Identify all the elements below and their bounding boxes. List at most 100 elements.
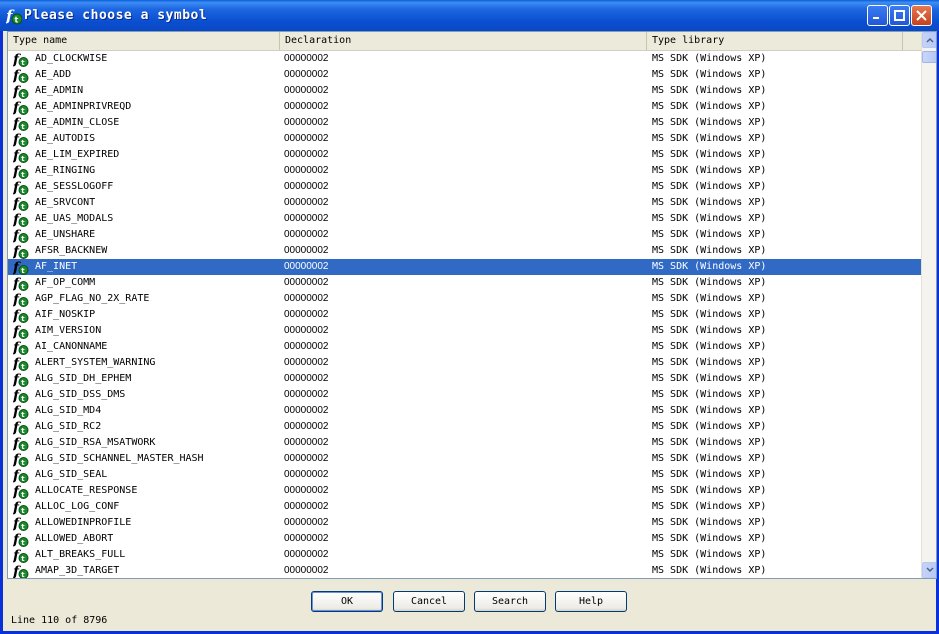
scroll-thumb[interactable] xyxy=(922,51,936,63)
list-row[interactable]: f t ALG_SID_DH_EPHEM 00000002 MS SDK (Window… xyxy=(8,371,921,388)
list-row[interactable]: f t AMAP_3D_TARGET 00000002 MS SDK (Windows … xyxy=(8,563,921,578)
type-library-cell: MS SDK (Windows XP) xyxy=(652,357,767,368)
list-row[interactable]: f t AE_ADMIN_CLOSE 00000002 MS SDK (Windows … xyxy=(8,115,921,132)
type-name-cell: AGP_FLAG_NO_2X_RATE xyxy=(35,293,150,304)
list-row[interactable]: f t AE_ADD 00000002 MS SDK (Windows XP) xyxy=(8,67,921,84)
constant-symbol-icon: ft xyxy=(12,307,29,324)
column-header-declaration[interactable]: Declaration xyxy=(280,32,647,50)
help-button[interactable]: Help xyxy=(555,591,627,612)
chevron-down-icon xyxy=(926,567,934,573)
declaration-cell: 00000002 xyxy=(284,373,329,384)
list-row[interactable]: f t ALLOC_LOG_CONF 00000002 MS SDK (Windows … xyxy=(8,499,921,516)
constant-symbol-icon: ft xyxy=(12,339,29,356)
list-row[interactable]: f t ALLOWEDINPROFILE 00000002 MS SDK (Window… xyxy=(8,515,921,532)
list-row[interactable]: f t AE_RINGING 00000002 MS SDK (Windows XP) xyxy=(8,163,921,180)
list-row[interactable]: f t ALG_SID_SEAL 00000002 MS SDK (Windows XP… xyxy=(8,467,921,484)
list-row[interactable]: f t AIF_NOSKIP 00000002 MS SDK (Windows XP) xyxy=(8,307,921,324)
type-name-cell: AE_ADMINPRIVREQD xyxy=(35,101,132,112)
type-library-cell: MS SDK (Windows XP) xyxy=(652,437,767,448)
type-library-cell: MS SDK (Windows XP) xyxy=(652,309,767,320)
type-library-cell: MS SDK (Windows XP) xyxy=(652,165,767,176)
type-name-cell: AE_UNSHARE xyxy=(35,229,96,240)
list-row[interactable]: f t ALG_SID_RC2 00000002 MS SDK (Windows XP) xyxy=(8,419,921,436)
scroll-up-button[interactable] xyxy=(922,32,936,48)
list-row[interactable]: f t AE_ADMINPRIVREQD 00000002 MS SDK (Window… xyxy=(8,99,921,116)
type-library-cell: MS SDK (Windows XP) xyxy=(652,533,767,544)
declaration-cell: 00000002 xyxy=(284,69,329,80)
declaration-cell: 00000002 xyxy=(284,53,329,64)
column-header-type-name[interactable]: Type name xyxy=(8,32,280,50)
list-row[interactable]: f t ALG_SID_MD4 00000002 MS SDK (Windows XP) xyxy=(8,403,921,420)
list-row[interactable]: f t AE_SRVCONT 00000002 MS SDK (Windows XP) xyxy=(8,195,921,212)
declaration-cell: 00000002 xyxy=(284,325,329,336)
list-row[interactable]: f t ALERT_SYSTEM_WARNING 00000002 MS SDK (Wi… xyxy=(8,355,921,372)
type-name-cell: ALLOWED_ABORT xyxy=(35,533,114,544)
type-name-cell: ALLOCATE_RESPONSE xyxy=(35,485,138,496)
type-library-cell: MS SDK (Windows XP) xyxy=(652,117,767,128)
declaration-cell: 00000002 xyxy=(284,389,329,400)
scroll-down-button[interactable] xyxy=(922,562,936,578)
column-header-type-library[interactable]: Type library xyxy=(647,32,903,50)
constant-symbol-icon: ft xyxy=(12,531,29,548)
vertical-scrollbar[interactable] xyxy=(921,32,936,578)
list-row[interactable]: f t AE_SESSLOGOFF 00000002 MS SDK (Windows X… xyxy=(8,179,921,196)
minimize-button[interactable] xyxy=(867,5,888,26)
list-row[interactable]: f t AE_UNSHARE 00000002 MS SDK (Windows XP) xyxy=(8,227,921,244)
list-row[interactable]: f t AF_INET 00000002 MS SDK (Windows XP) xyxy=(8,259,921,276)
list-row[interactable]: f t AFSR_BACKNEW 00000002 MS SDK (Windows XP… xyxy=(8,243,921,260)
symbol-list[interactable]: Type name Declaration Type library f t AD_… xyxy=(7,31,937,579)
type-library-cell: MS SDK (Windows XP) xyxy=(652,149,767,160)
list-row[interactable]: f t ALT_BREAKS_FULL 00000002 MS SDK (Windows… xyxy=(8,547,921,564)
list-row[interactable]: f t AF_OP_COMM 00000002 MS SDK (Windows XP) xyxy=(8,275,921,292)
constant-symbol-icon: ft xyxy=(12,51,29,68)
declaration-cell: 00000002 xyxy=(284,517,329,528)
type-library-cell: MS SDK (Windows XP) xyxy=(652,133,767,144)
list-row[interactable]: f t AE_UAS_MODALS 00000002 MS SDK (Windows X… xyxy=(8,211,921,228)
search-button[interactable]: Search xyxy=(474,591,546,612)
constant-symbol-icon: ft xyxy=(12,99,29,116)
window-title: Please choose a symbol xyxy=(24,8,208,23)
constant-symbol-icon: ft xyxy=(12,451,29,468)
list-row[interactable]: f t AD_CLOCKWISE 00000002 MS SDK (Windows XP… xyxy=(8,51,921,68)
close-icon xyxy=(916,10,927,21)
type-library-cell: MS SDK (Windows XP) xyxy=(652,197,767,208)
title-bar[interactable]: f t Please choose a symbol xyxy=(0,0,939,31)
constant-symbol-icon: ft xyxy=(12,467,29,484)
close-button[interactable] xyxy=(911,5,932,26)
list-row[interactable]: f t AE_LIM_EXPIRED 00000002 MS SDK (Windows … xyxy=(8,147,921,164)
list-row[interactable]: f t AGP_FLAG_NO_2X_RATE 00000002 MS SDK (Win… xyxy=(8,291,921,308)
declaration-cell: 00000002 xyxy=(284,405,329,416)
list-row[interactable]: f t ALLOCATE_RESPONSE 00000002 MS SDK (Windo… xyxy=(8,483,921,500)
type-name-cell: ALG_SID_MD4 xyxy=(35,405,102,416)
constant-symbol-icon: ft xyxy=(12,355,29,372)
type-library-cell: MS SDK (Windows XP) xyxy=(652,373,767,384)
declaration-cell: 00000002 xyxy=(284,133,329,144)
constant-symbol-icon: ft xyxy=(12,371,29,388)
declaration-cell: 00000002 xyxy=(284,117,329,128)
type-name-cell: ALG_SID_SEAL xyxy=(35,469,108,480)
list-row[interactable]: f t AI_CANONNAME 00000002 MS SDK (Windows XP… xyxy=(8,339,921,356)
type-name-cell: AMAP_3D_TARGET xyxy=(35,565,120,576)
list-row[interactable]: f t ALLOWED_ABORT 00000002 MS SDK (Windows X… xyxy=(8,531,921,548)
ok-button[interactable]: OK xyxy=(311,591,383,612)
list-row[interactable]: f t AIM_VERSION 00000002 MS SDK (Windows XP) xyxy=(8,323,921,340)
list-row[interactable]: f t ALG_SID_RSA_MSATWORK 00000002 MS SDK (Wi… xyxy=(8,435,921,452)
declaration-cell: 00000002 xyxy=(284,277,329,288)
list-row[interactable]: f t ALG_SID_DSS_DMS 00000002 MS SDK (Windows… xyxy=(8,387,921,404)
maximize-button[interactable] xyxy=(889,5,910,26)
type-name-cell: ALG_SID_RC2 xyxy=(35,421,102,432)
list-row[interactable]: f t ALG_SID_SCHANNEL_MASTER_HASH 00000002 MS… xyxy=(8,451,921,468)
constant-symbol-icon: ft xyxy=(12,403,29,420)
type-name-cell: AFSR_BACKNEW xyxy=(35,245,108,256)
declaration-cell: 00000002 xyxy=(284,485,329,496)
cancel-button[interactable]: Cancel xyxy=(393,591,465,612)
list-row[interactable]: f t AE_AUTODIS 00000002 MS SDK (Windows XP) xyxy=(8,131,921,148)
list-row[interactable]: f t AE_ADMIN 00000002 MS SDK (Windows XP) xyxy=(8,83,921,100)
list-rows: f t AD_CLOCKWISE 00000002 MS SDK (Windows XP… xyxy=(8,51,921,578)
type-library-cell: MS SDK (Windows XP) xyxy=(652,453,767,464)
constant-symbol-icon: ft xyxy=(12,147,29,164)
constant-symbol-icon: ft xyxy=(12,499,29,516)
maximize-icon xyxy=(894,10,905,21)
constant-symbol-icon: ft xyxy=(12,211,29,228)
type-name-cell: AE_ADMIN_CLOSE xyxy=(35,117,120,128)
